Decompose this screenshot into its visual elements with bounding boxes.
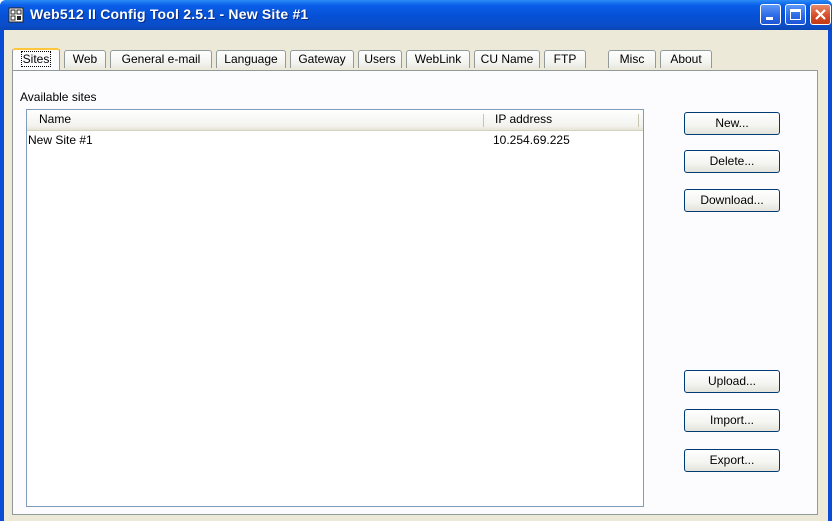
site-name-cell: New Site #1	[28, 133, 93, 147]
title-bar[interactable]: Web512 II Config Tool 2.5.1 - New Site #…	[0, 0, 832, 30]
minimize-icon	[766, 17, 773, 20]
tab-weblink[interactable]: WebLink	[406, 50, 470, 68]
site-ip-cell: 10.254.69.225	[493, 133, 570, 147]
minimize-button[interactable]	[760, 4, 781, 25]
tab-language[interactable]: Language	[216, 50, 286, 68]
list-header: Name IP address	[27, 110, 643, 131]
column-divider[interactable]	[638, 114, 639, 127]
column-divider[interactable]	[483, 114, 484, 127]
app-icon	[8, 7, 24, 23]
tab-misc[interactable]: Misc	[608, 50, 656, 68]
maximize-icon	[790, 9, 801, 20]
sites-list[interactable]: Name IP address New Site #1 10.254.69.22…	[26, 109, 644, 507]
tab-web[interactable]: Web	[64, 50, 106, 68]
new-button[interactable]: New...	[684, 112, 780, 135]
tab-general-email[interactable]: General e-mail	[110, 50, 212, 68]
export-button[interactable]: Export...	[684, 449, 780, 472]
column-header-ip[interactable]: IP address	[489, 110, 637, 129]
close-icon	[815, 9, 826, 20]
tab-sites[interactable]: Sites	[12, 48, 60, 70]
download-button[interactable]: Download...	[684, 189, 780, 212]
column-header-name[interactable]: Name	[33, 110, 481, 129]
tab-ftp[interactable]: FTP	[544, 50, 586, 68]
upload-button[interactable]: Upload...	[684, 370, 780, 393]
tab-label: Sites	[20, 51, 52, 67]
available-sites-label: Available sites	[20, 90, 97, 104]
tab-cu-name[interactable]: CU Name	[474, 50, 540, 68]
import-button[interactable]: Import...	[684, 409, 780, 432]
tab-gateway[interactable]: Gateway	[290, 50, 354, 68]
tab-about[interactable]: About	[660, 50, 712, 68]
tab-users[interactable]: Users	[358, 50, 402, 68]
maximize-button[interactable]	[785, 4, 806, 25]
delete-button[interactable]: Delete...	[684, 150, 780, 173]
dialog-client-area: Sites Web General e-mail Language Gatewa…	[4, 30, 828, 521]
close-button[interactable]	[810, 4, 831, 25]
window-title: Web512 II Config Tool 2.5.1 - New Site #…	[30, 6, 309, 22]
app-window: Web512 II Config Tool 2.5.1 - New Site #…	[0, 0, 832, 521]
